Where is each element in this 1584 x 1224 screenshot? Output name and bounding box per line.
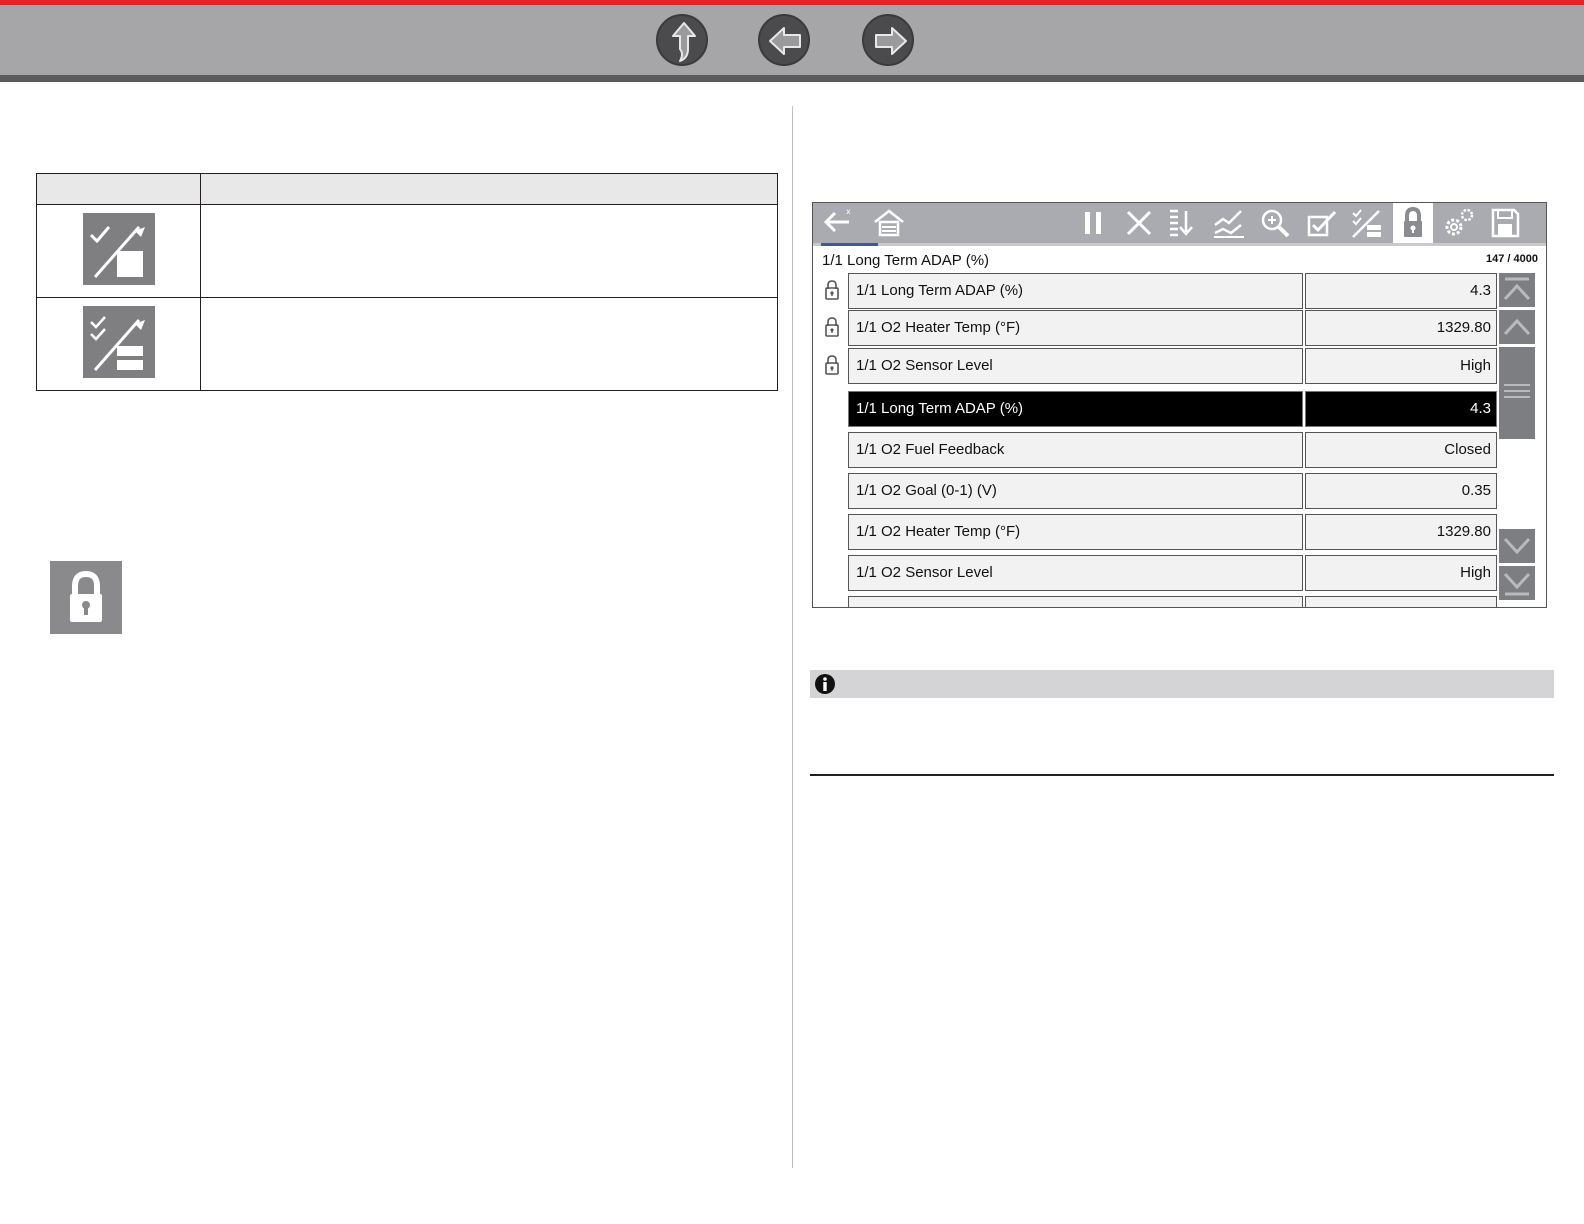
- top-navigation-bar: [0, 0, 1584, 82]
- info-icon: [815, 674, 835, 694]
- pid-name: [848, 596, 1303, 607]
- table-description-cell: [200, 204, 778, 298]
- pid-value: [1305, 596, 1497, 607]
- table-icon-cell: [36, 204, 201, 298]
- table-header-description: [200, 173, 778, 205]
- pid-row[interactable]: 1/1 O2 Fuel Feedback Closed: [848, 432, 1499, 468]
- right-arrow-icon: [875, 27, 907, 55]
- pid-name: 1/1 O2 Sensor Level: [848, 555, 1303, 591]
- manual-page: x 1/1 Long Term ADAP (%) 147 / 4000 1/1 …: [0, 0, 1584, 1224]
- up-arrow-icon: [672, 22, 696, 62]
- locked-pid-row[interactable]: 1/1 O2 Heater Temp (°F) 1329.80: [848, 310, 1499, 346]
- pid-value: 1329.80: [1305, 310, 1497, 346]
- table-row: [36, 204, 778, 298]
- pid-row[interactable]: 1/1 O2 Sensor Level High: [848, 555, 1499, 591]
- nav-bottom-stripe: [0, 75, 1584, 82]
- pid-row[interactable]: 1/1 O2 Goal (0-1) (V) 0.35: [848, 473, 1499, 509]
- pid-name: 1/1 Long Term ADAP (%): [848, 391, 1303, 427]
- chevron-up-icon: [1503, 318, 1531, 336]
- locked-pid-row[interactable]: 1/1 O2 Sensor Level High: [848, 348, 1499, 384]
- icon-description-table: [36, 173, 778, 391]
- double-chevron-down-icon: [1503, 572, 1531, 596]
- scan-tool-screen: x 1/1 Long Term ADAP (%) 147 / 4000 1/1 …: [812, 202, 1547, 608]
- lock-icon[interactable]: [1393, 203, 1433, 243]
- table-icon-cell: [36, 297, 201, 391]
- lock-icon: [824, 316, 840, 338]
- forward-button[interactable]: [862, 14, 914, 66]
- back-icon[interactable]: x: [817, 203, 857, 243]
- pause-icon[interactable]: [1073, 203, 1113, 243]
- double-chevron-up-icon: [1503, 277, 1531, 301]
- lock-icon: [824, 354, 840, 376]
- scroll-top-button[interactable]: [1499, 273, 1535, 307]
- scroll-bottom-button[interactable]: [1499, 566, 1535, 600]
- progress-track: [813, 243, 1546, 246]
- scroll-thumb[interactable]: [1499, 347, 1535, 439]
- pid-row[interactable]: 1/1 O2 Heater Temp (°F) 1329.80: [848, 514, 1499, 550]
- pid-value: High: [1305, 555, 1497, 591]
- table-header-row: [36, 173, 778, 205]
- save-icon[interactable]: [1485, 203, 1525, 243]
- pid-name: 1/1 O2 Heater Temp (°F): [848, 514, 1303, 550]
- pid-value: 1329.80: [1305, 514, 1497, 550]
- pid-name: 1/1 Long Term ADAP (%): [848, 273, 1303, 309]
- scroll-down-button[interactable]: [1499, 529, 1535, 563]
- locked-pid-row[interactable]: 1/1 Long Term ADAP (%) 4.3: [848, 273, 1499, 309]
- selected-pid-title: 1/1 Long Term ADAP (%): [822, 252, 990, 269]
- back-button[interactable]: [758, 14, 810, 66]
- unlock-all-multi-icon: [82, 305, 155, 378]
- grip-icon: [1504, 384, 1530, 398]
- close-icon[interactable]: [1119, 203, 1159, 243]
- lock-icon: [50, 561, 122, 634]
- deselect-icon[interactable]: [1347, 203, 1387, 243]
- sort-icon[interactable]: [1164, 203, 1204, 243]
- pid-value: Closed: [1305, 432, 1497, 468]
- unlock-all-icon: [82, 212, 155, 285]
- chevron-down-icon: [1503, 537, 1531, 555]
- device-scrollbar[interactable]: [1499, 273, 1535, 605]
- home-icon[interactable]: [869, 203, 909, 243]
- home-up-button[interactable]: [656, 14, 708, 66]
- pid-value: 0.35: [1305, 473, 1497, 509]
- zoom-icon[interactable]: [1255, 203, 1295, 243]
- device-toolbar: x: [813, 203, 1546, 243]
- selected-pid-row[interactable]: 1/1 Long Term ADAP (%) 4.3: [848, 391, 1499, 427]
- pid-name: 1/1 O2 Goal (0-1) (V): [848, 473, 1303, 509]
- scroll-up-button[interactable]: [1499, 310, 1535, 344]
- table-row: [36, 297, 778, 391]
- settings-icon[interactable]: [1439, 203, 1479, 243]
- lock-icon: [824, 279, 840, 301]
- frame-counter: 147 / 4000: [1486, 253, 1538, 265]
- graph-icon[interactable]: [1209, 203, 1249, 243]
- pid-value: 4.3: [1305, 273, 1497, 309]
- svg-text:x: x: [846, 207, 851, 216]
- select-icon[interactable]: [1301, 203, 1341, 243]
- pid-name: 1/1 O2 Sensor Level: [848, 348, 1303, 384]
- table-description-cell: [200, 297, 778, 391]
- pid-name: 1/1 O2 Fuel Feedback: [848, 432, 1303, 468]
- pid-row-partial[interactable]: [848, 596, 1499, 607]
- table-header-icon: [36, 173, 201, 205]
- note-bar: [810, 670, 1554, 698]
- pid-name: 1/1 O2 Heater Temp (°F): [848, 310, 1303, 346]
- left-arrow-icon: [769, 27, 801, 55]
- pid-value: 4.3: [1305, 391, 1497, 427]
- progress-indicator: [821, 243, 878, 246]
- pid-value: High: [1305, 348, 1497, 384]
- column-divider: [792, 106, 793, 1168]
- note-end-rule: [810, 774, 1554, 776]
